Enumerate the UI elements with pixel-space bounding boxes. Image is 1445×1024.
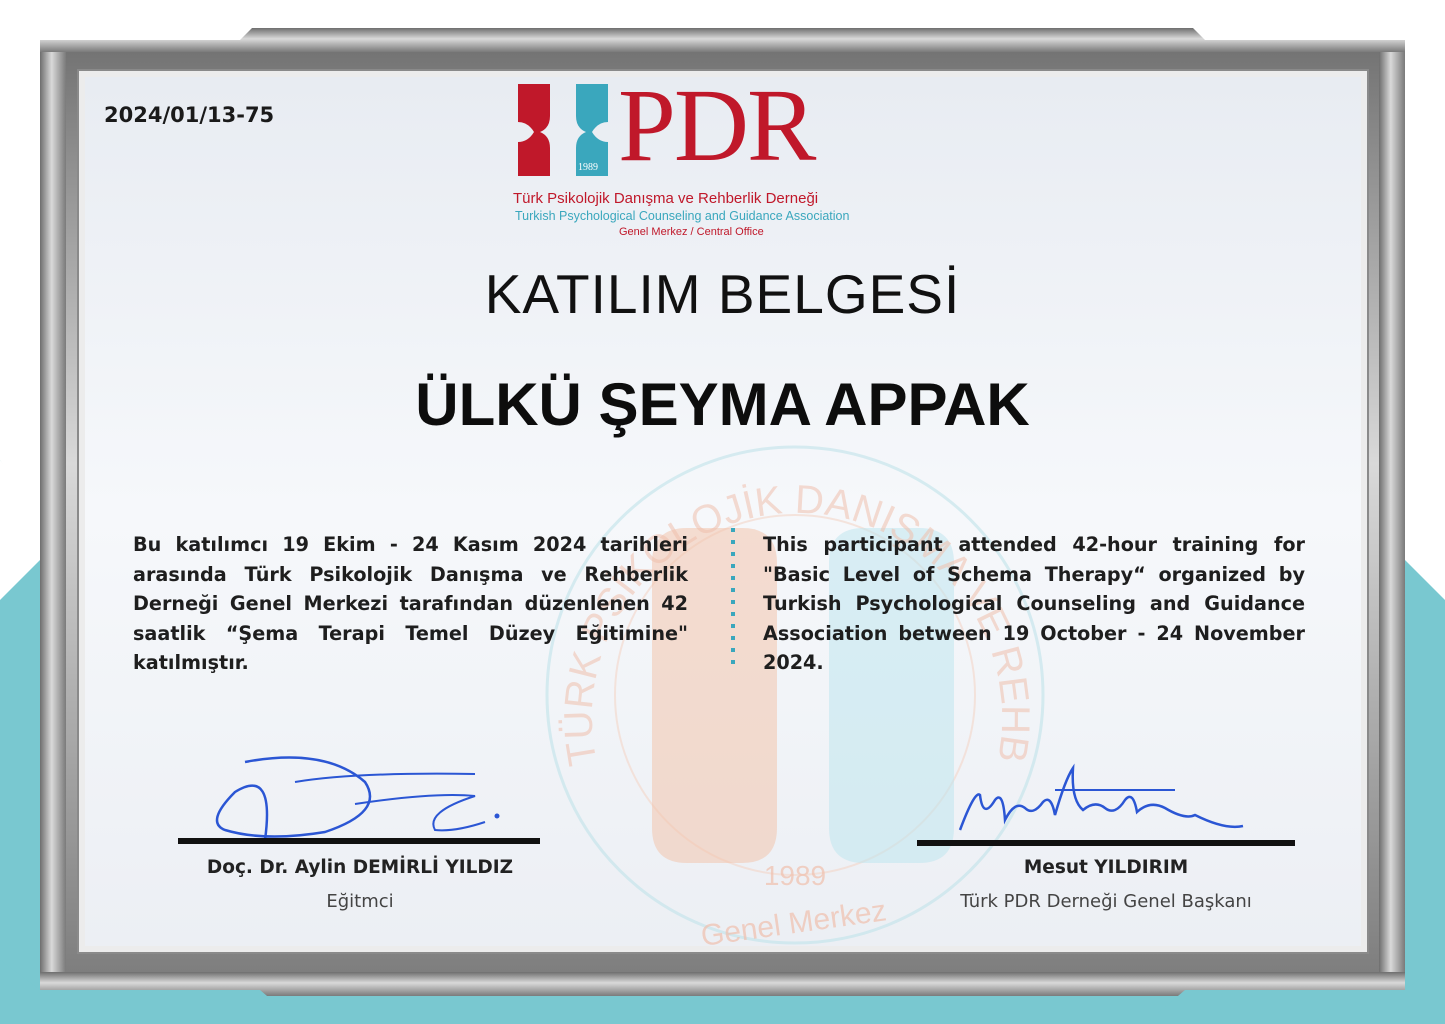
seal-year: 1989 [764,860,826,891]
logo-name-tr: Türk Psikolojik Danışma ve Rehberlik Der… [513,190,819,207]
signature-right [958,763,1244,831]
body-text-tr: Bu katılımcı 19 Ekim - 24 Kasım 2024 tar… [133,533,688,674]
certificate-number: 2024/01/13-75 [104,103,275,127]
logo-office: Genel Merkez / Central Office [619,226,764,238]
recipient-name: ÜLKÜ ŞEYMA APPAK [415,371,1030,438]
pdr-logo: 1989 PDR Türk Psikolojik Danışma ve Rehb… [510,68,890,245]
signature-line-left [178,838,540,844]
dotted-divider [731,528,735,664]
signatory-name-right: Mesut YILDIRIM [1023,857,1189,878]
body-text-en: This participant attended 42-hour traini… [763,533,1305,674]
pdr-emblem-icon: 1989 [518,84,608,176]
logo-wordmark: PDR [618,68,816,183]
seal-office: Genel Merkez [699,894,889,946]
logo-name-en: Turkish Psychological Counseling and Gui… [515,209,850,223]
signatory-role-right: Türk PDR Derneği Genel Başkanı [960,891,1252,912]
signature-left [215,756,500,841]
signatory-role-left: Eğitmci [326,891,394,912]
logo-year: 1989 [578,162,598,173]
signatory-name-left: Doç. Dr. Aylin DEMİRLİ YILDIZ [206,857,514,878]
signature-line-right [917,840,1295,846]
certificate-title: KATILIM BELGESİ [484,263,961,325]
